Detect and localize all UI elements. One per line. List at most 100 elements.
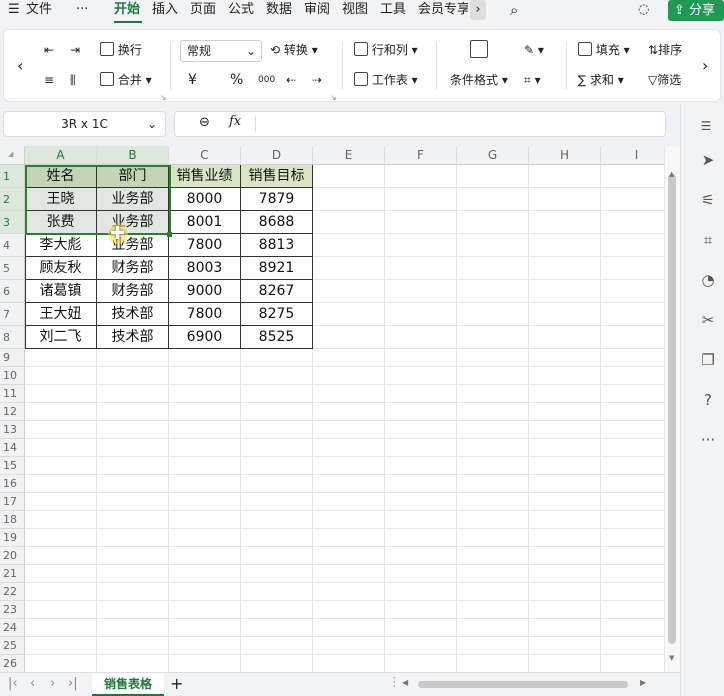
empty-cell[interactable] <box>457 475 529 493</box>
empty-cell[interactable] <box>601 601 664 619</box>
indent-increase-icon[interactable]: ⇥ <box>70 42 80 58</box>
table-cell[interactable]: 8267 <box>241 280 313 303</box>
row-header-17[interactable]: 17 <box>0 493 25 511</box>
row-header-14[interactable]: 14 <box>0 439 25 457</box>
empty-cell[interactable] <box>313 234 385 257</box>
table-cell[interactable]: 8688 <box>241 211 313 234</box>
empty-cell[interactable] <box>313 367 385 385</box>
chevron-right-icon[interactable]: › <box>470 0 486 20</box>
empty-cell[interactable] <box>529 421 601 439</box>
empty-cell[interactable] <box>313 529 385 547</box>
menu-file[interactable]: 文件 <box>26 0 52 22</box>
table-cell[interactable]: 6900 <box>169 326 241 349</box>
row-header-25[interactable]: 25 <box>0 637 25 655</box>
empty-cell[interactable] <box>457 367 529 385</box>
table-cell[interactable]: 8003 <box>169 257 241 280</box>
currency-button[interactable]: ¥ <box>188 72 197 88</box>
tab-review[interactable]: 审阅 <box>304 0 330 22</box>
empty-cell[interactable] <box>385 280 457 303</box>
table-cell[interactable]: 8921 <box>241 257 313 280</box>
empty-cell[interactable] <box>25 439 97 457</box>
empty-cell[interactable] <box>457 547 529 565</box>
empty-cell[interactable] <box>385 475 457 493</box>
row-header-8[interactable]: 8 <box>0 326 25 349</box>
empty-cell[interactable] <box>601 439 664 457</box>
table-header-cell[interactable]: 姓名 <box>25 165 97 188</box>
empty-cell[interactable] <box>529 601 601 619</box>
row-header-10[interactable]: 10 <box>0 367 25 385</box>
fill-button[interactable]: 填充 ▾ <box>578 42 630 58</box>
crop-icon[interactable]: ⌗ <box>699 231 717 249</box>
empty-cell[interactable] <box>241 349 313 367</box>
column-header-a[interactable]: A <box>25 146 97 165</box>
empty-cell[interactable] <box>25 601 97 619</box>
empty-cell[interactable] <box>25 619 97 637</box>
empty-cell[interactable] <box>529 403 601 421</box>
row-header-16[interactable]: 16 <box>0 475 25 493</box>
empty-cell[interactable] <box>169 619 241 637</box>
empty-cell[interactable] <box>97 529 169 547</box>
empty-cell[interactable] <box>457 211 529 234</box>
empty-cell[interactable] <box>601 165 664 188</box>
empty-cell[interactable] <box>97 367 169 385</box>
row-header-12[interactable]: 12 <box>0 403 25 421</box>
empty-cell[interactable] <box>385 529 457 547</box>
wrap-text-button[interactable]: 换行 <box>100 42 142 58</box>
empty-cell[interactable] <box>385 403 457 421</box>
empty-cell[interactable] <box>601 457 664 475</box>
table-cell[interactable]: 顾友秋 <box>25 257 97 280</box>
empty-cell[interactable] <box>457 403 529 421</box>
book-icon[interactable]: ❐ <box>699 351 717 369</box>
table-cell[interactable]: 诸葛镇 <box>25 280 97 303</box>
row-header-15[interactable]: 15 <box>0 457 25 475</box>
empty-cell[interactable] <box>313 565 385 583</box>
empty-cell[interactable] <box>457 655 529 672</box>
empty-cell[interactable] <box>457 234 529 257</box>
row-header-26[interactable]: 26 <box>0 655 25 672</box>
cell-style-icon[interactable]: ✎ ▾ <box>524 42 544 58</box>
empty-cell[interactable] <box>241 385 313 403</box>
table-header-cell[interactable]: 销售业绩 <box>169 165 241 188</box>
table-header-cell[interactable]: 销售目标 <box>241 165 313 188</box>
tab-view[interactable]: 视图 <box>342 0 368 22</box>
empty-cell[interactable] <box>457 601 529 619</box>
empty-cell[interactable] <box>601 234 664 257</box>
chat-icon[interactable]: ◌ <box>638 0 649 22</box>
empty-cell[interactable] <box>25 475 97 493</box>
scroll-up-icon[interactable]: ▲ <box>669 170 674 178</box>
decimal-decrease-icon[interactable]: ⇠ <box>286 72 296 88</box>
name-box[interactable]: 3R x 1C ⌄ <box>3 111 166 137</box>
worksheet-button[interactable]: 工作表 ▾ <box>354 72 418 88</box>
empty-cell[interactable] <box>385 349 457 367</box>
empty-cell[interactable] <box>385 601 457 619</box>
empty-cell[interactable] <box>97 421 169 439</box>
empty-cell[interactable] <box>97 457 169 475</box>
empty-cell[interactable] <box>529 475 601 493</box>
empty-cell[interactable] <box>457 529 529 547</box>
empty-cell[interactable] <box>97 637 169 655</box>
row-header-2[interactable]: 2 <box>0 188 25 211</box>
empty-cell[interactable] <box>457 619 529 637</box>
empty-cell[interactable] <box>601 403 664 421</box>
column-header-i[interactable]: I <box>601 146 664 165</box>
empty-cell[interactable] <box>313 165 385 188</box>
align-distributed-icon[interactable]: ⫼ <box>70 72 76 88</box>
empty-cell[interactable] <box>601 367 664 385</box>
empty-cell[interactable] <box>529 385 601 403</box>
empty-cell[interactable] <box>601 326 664 349</box>
empty-cell[interactable] <box>25 583 97 601</box>
empty-cell[interactable] <box>97 511 169 529</box>
column-header-b[interactable]: B <box>97 146 169 165</box>
empty-cell[interactable] <box>601 385 664 403</box>
empty-cell[interactable] <box>601 257 664 280</box>
empty-cell[interactable] <box>529 165 601 188</box>
row-header-5[interactable]: 5 <box>0 257 25 280</box>
table-cell[interactable]: 王大妞 <box>25 303 97 326</box>
empty-cell[interactable] <box>313 493 385 511</box>
thousands-button[interactable]: 000 <box>258 72 275 88</box>
empty-cell[interactable] <box>601 637 664 655</box>
chart-analysis-icon[interactable]: ◔ <box>699 271 717 289</box>
table-cell[interactable]: 财务部 <box>97 257 169 280</box>
tab-formula[interactable]: 公式 <box>228 0 254 22</box>
empty-cell[interactable] <box>241 439 313 457</box>
